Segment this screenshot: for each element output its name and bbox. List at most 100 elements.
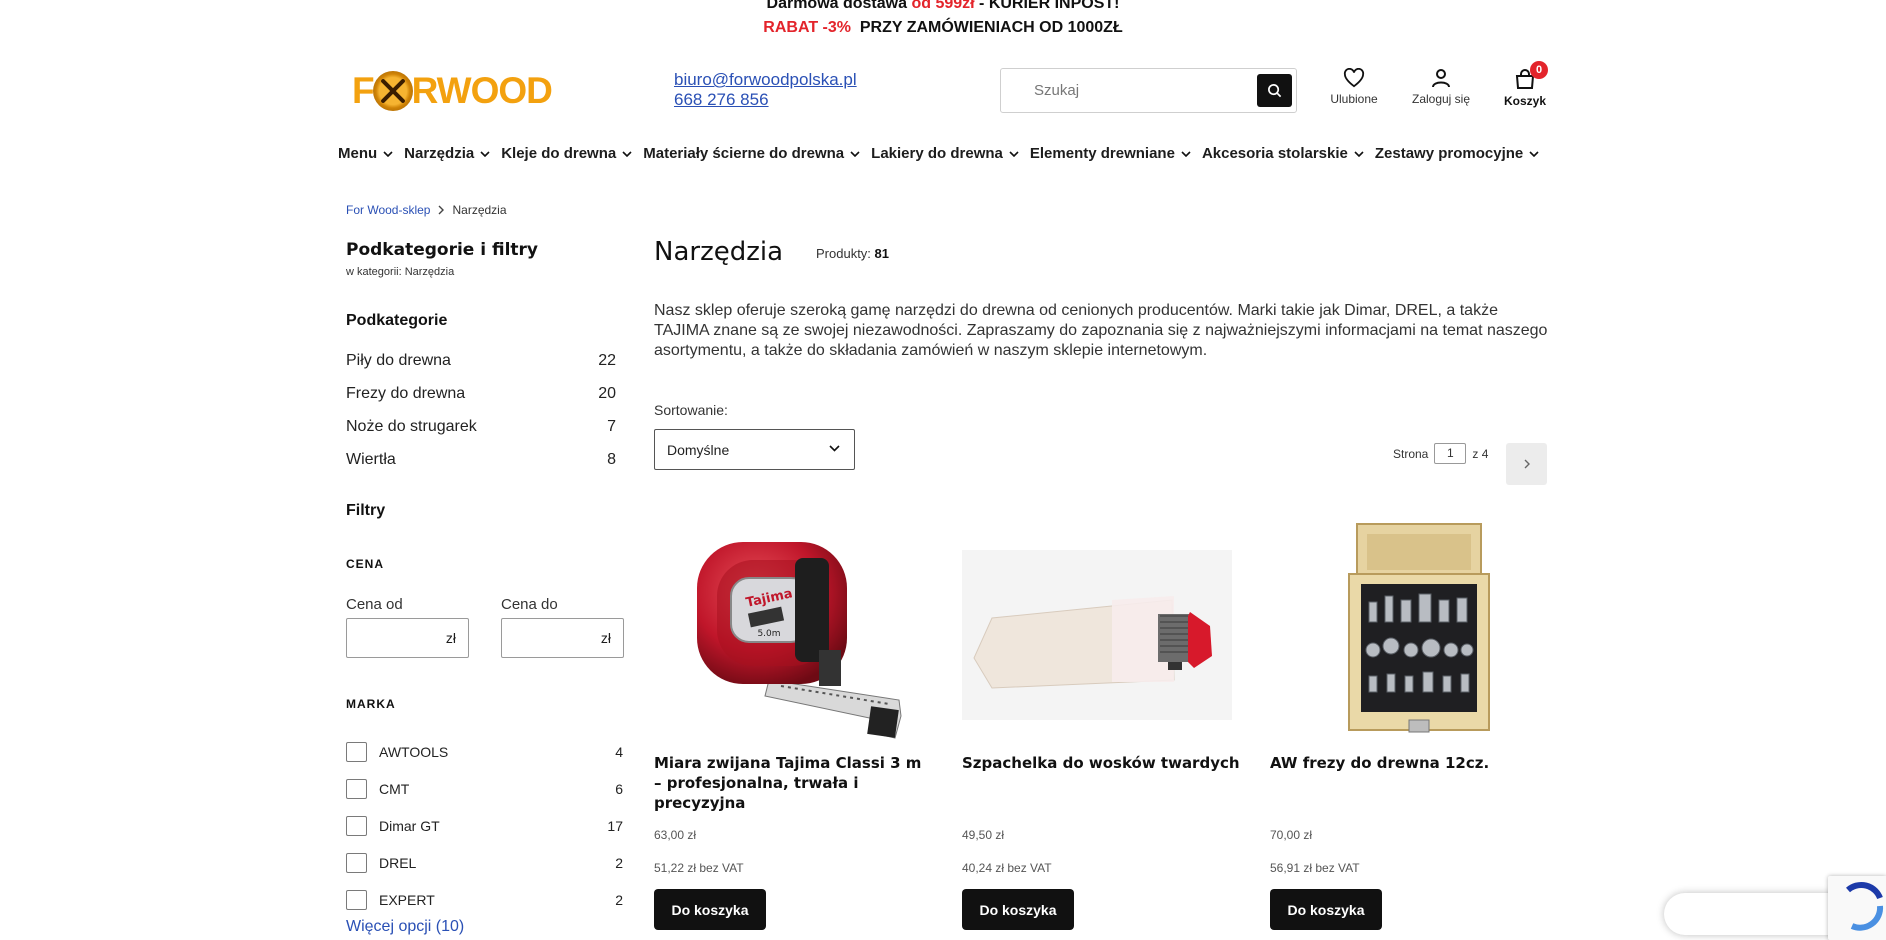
add-to-cart-button[interactable]: Do koszyka	[962, 889, 1074, 930]
brand-option[interactable]: Dimar GT 17	[346, 807, 623, 844]
tape-measure-image: Tajima 5.0m	[697, 542, 902, 739]
checkbox[interactable]	[346, 852, 367, 873]
nav-label: Narzędzia	[404, 145, 475, 162]
favorites-button[interactable]: Ulubione	[1326, 68, 1382, 106]
phone-link[interactable]: 668 276 856	[674, 90, 857, 110]
nav-item-zestawy[interactable]: Zestawy promocyjne	[1375, 145, 1539, 162]
product-image[interactable]	[1270, 520, 1540, 740]
chevron-down-icon	[850, 150, 860, 157]
login-button[interactable]: Zaloguj się	[1408, 68, 1474, 106]
logo-text: F	[352, 70, 375, 111]
next-page-button[interactable]	[1506, 443, 1547, 485]
chevron-down-icon	[1354, 150, 1364, 157]
subcategory-label: Piły do drewna	[346, 351, 451, 369]
brand-count: 4	[615, 743, 623, 760]
logo[interactable]: F RWOOD	[352, 68, 553, 114]
product-name[interactable]: Miara zwijana Tajima Classi 3 m – profes…	[654, 753, 934, 813]
pagination: Strona 1 z 4	[1393, 443, 1488, 464]
svg-text:5.0m: 5.0m	[757, 629, 780, 639]
product-count-label: Produkty:	[816, 246, 875, 261]
nav-item-menu[interactable]: Menu	[338, 145, 393, 162]
brand-label: AWTOOLS	[379, 743, 449, 760]
checkbox[interactable]	[346, 815, 367, 836]
checkbox[interactable]	[346, 778, 367, 799]
brand-label: EXPERT	[379, 891, 435, 908]
product-count-value: 81	[874, 246, 889, 261]
product-name[interactable]: Szpachelka do wosków twardych	[962, 753, 1242, 773]
nav-item-materialy[interactable]: Materiały ścierne do drewna	[643, 145, 860, 162]
logo-text: RWOOD	[411, 70, 553, 111]
page-number-input[interactable]: 1	[1434, 443, 1467, 464]
currency-suffix: zł	[600, 630, 611, 646]
brand-filter-heading: MARKA	[346, 697, 396, 711]
announcement-highlight: od 599zł	[911, 0, 975, 12]
announcement-line-2: RABAT -3% PRZY ZAMÓWIENIACH OD 1000ZŁ	[0, 16, 1886, 40]
chevron-down-icon	[622, 150, 632, 157]
brand-label: Dimar GT	[379, 817, 440, 834]
chevron-down-icon	[1009, 150, 1019, 157]
checkbox[interactable]	[346, 889, 367, 910]
price-from-input[interactable]: zł	[346, 618, 469, 658]
subcategory-item[interactable]: Piły do drewna 22	[346, 344, 616, 377]
subcategory-item[interactable]: Noże do strugarek 7	[346, 410, 616, 443]
brand-count: 6	[615, 780, 623, 797]
nav-item-narzedzia[interactable]: Narzędzia	[404, 145, 490, 162]
product-image[interactable]	[962, 520, 1232, 740]
product-name[interactable]: AW frezy do drewna 12cz.	[1270, 753, 1550, 773]
breadcrumb: For Wood-sklep Narzędzia	[346, 203, 507, 217]
main-nav: Menu Narzędzia Kleje do drewna Materiały…	[338, 145, 1550, 162]
breadcrumb-current: Narzędzia	[452, 203, 507, 217]
recaptcha-badge[interactable]	[1828, 876, 1886, 940]
price-to-input[interactable]: zł	[501, 618, 624, 658]
product-image[interactable]: Tajima 5.0m	[654, 520, 924, 740]
product-price: 70,00 zł	[1270, 828, 1313, 842]
brand-count: 2	[615, 854, 623, 871]
email-link[interactable]: biuro@forwoodpolska.pl	[674, 70, 857, 90]
brand-filter-list: AWTOOLS 4 CMT 6 Dimar GT 17 DREL 2 EXPERT 2	[346, 733, 623, 918]
search-input[interactable]	[1001, 82, 1241, 99]
breadcrumb-home-link[interactable]: For Wood-sklep	[346, 203, 430, 217]
product-card: AW frezy do drewna 12cz. 70,00 zł 56,91 …	[1270, 520, 1540, 930]
product-net-price: 51,22 zł bez VAT	[654, 861, 744, 875]
cart-label: Koszyk	[1503, 94, 1547, 108]
search-icon	[1268, 84, 1282, 98]
brand-option[interactable]: EXPERT 2	[346, 881, 623, 918]
favorites-label: Ulubione	[1330, 92, 1378, 106]
search-button[interactable]	[1257, 74, 1292, 107]
login-label: Zaloguj się	[1411, 92, 1471, 106]
subcategory-count: 22	[598, 351, 616, 369]
brand-option[interactable]: AWTOOLS 4	[346, 733, 623, 770]
subcategory-item[interactable]: Frezy do drewna 20	[346, 377, 616, 410]
category-description: Nasz sklep oferuje szeroką gamę narzędzi…	[654, 302, 1548, 359]
announcement-text: Darmowa dostawa	[766, 0, 912, 12]
subcategory-item[interactable]: Wiertła 8	[346, 443, 616, 476]
nav-item-kleje[interactable]: Kleje do drewna	[501, 145, 632, 162]
subcategory-count: 7	[607, 417, 616, 435]
checkbox[interactable]	[346, 741, 367, 762]
product-card: Szpachelka do wosków twardych 49,50 zł 4…	[962, 520, 1240, 930]
brand-label: DREL	[379, 854, 417, 871]
nav-item-akcesoria[interactable]: Akcesoria stolarskie	[1202, 145, 1364, 162]
product-count: Produkty: 81	[816, 246, 889, 261]
subcategories-heading: Podkategorie	[346, 312, 448, 329]
filters-heading: Filtry	[346, 502, 386, 519]
sort-select[interactable]: Domyślne	[654, 429, 855, 470]
nav-item-lakiery[interactable]: Lakiery do drewna	[871, 145, 1019, 162]
sidebar: Podkategorie i filtry w kategorii: Narzę…	[346, 240, 624, 468]
sidebar-title: Podkategorie i filtry	[346, 240, 539, 260]
nav-label: Zestawy promocyjne	[1374, 145, 1524, 162]
nav-label: Menu	[338, 145, 378, 162]
nav-item-elementy[interactable]: Elementy drewniane	[1030, 145, 1191, 162]
chevron-down-icon	[383, 150, 393, 157]
add-to-cart-button[interactable]: Do koszyka	[654, 889, 766, 930]
brand-option[interactable]: DREL 2	[346, 844, 623, 881]
brand-option[interactable]: CMT 6	[346, 770, 623, 807]
cart-count-badge: 0	[1530, 61, 1548, 79]
announcement-line-1: Darmowa dostawa od 599zł - KURIER INPOST…	[0, 0, 1886, 16]
chevron-down-icon	[1181, 150, 1191, 157]
subcategory-label: Noże do strugarek	[346, 417, 477, 435]
cart-button[interactable]: Koszyk 0	[1500, 61, 1550, 108]
more-options-link[interactable]: Więcej opcji (10)	[346, 918, 464, 936]
chevron-right-icon	[438, 205, 445, 215]
add-to-cart-button[interactable]: Do koszyka	[1270, 889, 1382, 930]
